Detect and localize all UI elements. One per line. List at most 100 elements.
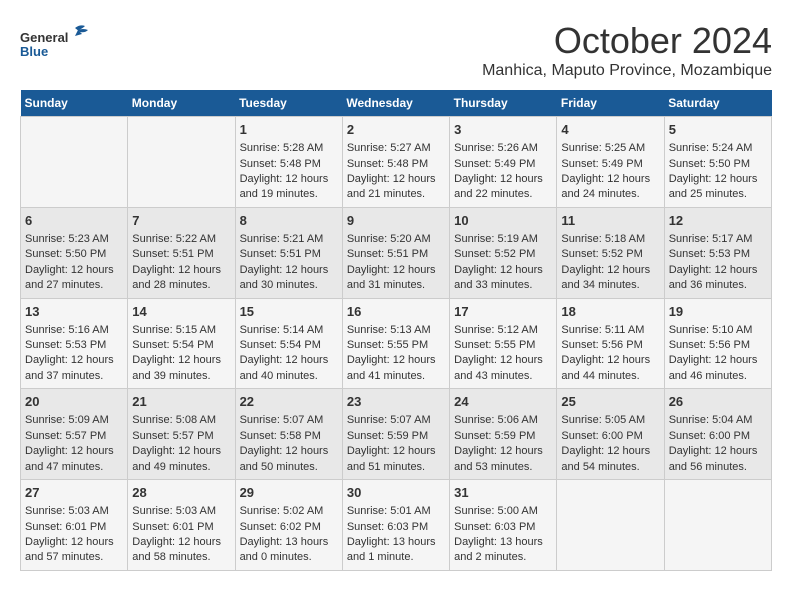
sunset-text: Sunset: 5:57 PM: [25, 430, 106, 442]
day-number: 24: [454, 393, 552, 411]
calendar-header: Sunday Monday Tuesday Wednesday Thursday…: [21, 90, 772, 117]
sunset-text: Sunset: 6:03 PM: [454, 521, 535, 533]
sunrise-text: Sunrise: 5:02 AM: [240, 505, 324, 517]
daylight-text: Daylight: 12 hours and 37 minutes.: [25, 354, 114, 381]
calendar-cell: 2Sunrise: 5:27 AMSunset: 5:48 PMDaylight…: [342, 117, 449, 208]
day-number: 19: [669, 303, 767, 321]
daylight-text: Daylight: 13 hours and 1 minute.: [347, 536, 436, 563]
daylight-text: Daylight: 12 hours and 33 minutes.: [454, 264, 543, 291]
calendar-cell: 14Sunrise: 5:15 AMSunset: 5:54 PMDayligh…: [128, 298, 235, 389]
calendar-cell: [664, 480, 771, 571]
daylight-text: Daylight: 13 hours and 0 minutes.: [240, 536, 329, 563]
calendar-cell: 25Sunrise: 5:05 AMSunset: 6:00 PMDayligh…: [557, 389, 664, 480]
sunrise-text: Sunrise: 5:26 AM: [454, 142, 538, 154]
calendar-cell: 15Sunrise: 5:14 AMSunset: 5:54 PMDayligh…: [235, 298, 342, 389]
sunrise-text: Sunrise: 5:18 AM: [561, 233, 645, 245]
sunset-text: Sunset: 5:51 PM: [132, 248, 213, 260]
daylight-text: Daylight: 12 hours and 19 minutes.: [240, 173, 329, 200]
day-number: 2: [347, 121, 445, 139]
day-number: 25: [561, 393, 659, 411]
sunset-text: Sunset: 5:54 PM: [132, 339, 213, 351]
sunrise-text: Sunrise: 5:03 AM: [25, 505, 109, 517]
daylight-text: Daylight: 12 hours and 28 minutes.: [132, 264, 221, 291]
calendar-cell: 20Sunrise: 5:09 AMSunset: 5:57 PMDayligh…: [21, 389, 128, 480]
sunrise-text: Sunrise: 5:16 AM: [25, 324, 109, 336]
calendar-cell: 16Sunrise: 5:13 AMSunset: 5:55 PMDayligh…: [342, 298, 449, 389]
calendar-cell: 28Sunrise: 5:03 AMSunset: 6:01 PMDayligh…: [128, 480, 235, 571]
daylight-text: Daylight: 12 hours and 47 minutes.: [25, 445, 114, 472]
sunset-text: Sunset: 5:56 PM: [669, 339, 750, 351]
calendar-cell: 17Sunrise: 5:12 AMSunset: 5:55 PMDayligh…: [450, 298, 557, 389]
calendar-week-row: 27Sunrise: 5:03 AMSunset: 6:01 PMDayligh…: [21, 480, 772, 571]
calendar-cell: 22Sunrise: 5:07 AMSunset: 5:58 PMDayligh…: [235, 389, 342, 480]
daylight-text: Daylight: 12 hours and 51 minutes.: [347, 445, 436, 472]
day-number: 13: [25, 303, 123, 321]
sunrise-text: Sunrise: 5:04 AM: [669, 414, 753, 426]
sunrise-text: Sunrise: 5:00 AM: [454, 505, 538, 517]
day-number: 31: [454, 484, 552, 502]
calendar-cell: [128, 117, 235, 208]
sunrise-text: Sunrise: 5:20 AM: [347, 233, 431, 245]
page-header: General Blue October 2024 Manhica, Maput…: [20, 20, 772, 80]
calendar-cell: 18Sunrise: 5:11 AMSunset: 5:56 PMDayligh…: [557, 298, 664, 389]
calendar-cell: [557, 480, 664, 571]
sunrise-text: Sunrise: 5:12 AM: [454, 324, 538, 336]
day-number: 11: [561, 212, 659, 230]
daylight-text: Daylight: 12 hours and 31 minutes.: [347, 264, 436, 291]
calendar-cell: 26Sunrise: 5:04 AMSunset: 6:00 PMDayligh…: [664, 389, 771, 480]
svg-text:Blue: Blue: [20, 44, 48, 59]
sunrise-text: Sunrise: 5:24 AM: [669, 142, 753, 154]
calendar-week-row: 13Sunrise: 5:16 AMSunset: 5:53 PMDayligh…: [21, 298, 772, 389]
day-number: 12: [669, 212, 767, 230]
day-number: 30: [347, 484, 445, 502]
header-tuesday: Tuesday: [235, 90, 342, 117]
day-number: 18: [561, 303, 659, 321]
daylight-text: Daylight: 12 hours and 27 minutes.: [25, 264, 114, 291]
sunset-text: Sunset: 5:57 PM: [132, 430, 213, 442]
sunset-text: Sunset: 5:49 PM: [561, 158, 642, 170]
calendar-cell: 24Sunrise: 5:06 AMSunset: 5:59 PMDayligh…: [450, 389, 557, 480]
header-sunday: Sunday: [21, 90, 128, 117]
sunset-text: Sunset: 5:51 PM: [347, 248, 428, 260]
calendar-cell: 5Sunrise: 5:24 AMSunset: 5:50 PMDaylight…: [664, 117, 771, 208]
day-number: 29: [240, 484, 338, 502]
daylight-text: Daylight: 13 hours and 2 minutes.: [454, 536, 543, 563]
sunrise-text: Sunrise: 5:21 AM: [240, 233, 324, 245]
sunset-text: Sunset: 5:53 PM: [669, 248, 750, 260]
calendar-cell: 10Sunrise: 5:19 AMSunset: 5:52 PMDayligh…: [450, 207, 557, 298]
sunset-text: Sunset: 5:48 PM: [240, 158, 321, 170]
daylight-text: Daylight: 12 hours and 54 minutes.: [561, 445, 650, 472]
calendar-body: 1Sunrise: 5:28 AMSunset: 5:48 PMDaylight…: [21, 117, 772, 571]
daylight-text: Daylight: 12 hours and 30 minutes.: [240, 264, 329, 291]
title-block: October 2024 Manhica, Maputo Province, M…: [482, 20, 772, 80]
sunrise-text: Sunrise: 5:25 AM: [561, 142, 645, 154]
sunset-text: Sunset: 5:51 PM: [240, 248, 321, 260]
daylight-text: Daylight: 12 hours and 40 minutes.: [240, 354, 329, 381]
header-friday: Friday: [557, 90, 664, 117]
calendar-cell: 9Sunrise: 5:20 AMSunset: 5:51 PMDaylight…: [342, 207, 449, 298]
day-number: 14: [132, 303, 230, 321]
sunset-text: Sunset: 6:01 PM: [25, 521, 106, 533]
calendar-cell: 19Sunrise: 5:10 AMSunset: 5:56 PMDayligh…: [664, 298, 771, 389]
sunrise-text: Sunrise: 5:07 AM: [240, 414, 324, 426]
sunset-text: Sunset: 6:00 PM: [561, 430, 642, 442]
sunrise-text: Sunrise: 5:23 AM: [25, 233, 109, 245]
day-number: 26: [669, 393, 767, 411]
calendar-cell: 13Sunrise: 5:16 AMSunset: 5:53 PMDayligh…: [21, 298, 128, 389]
daylight-text: Daylight: 12 hours and 53 minutes.: [454, 445, 543, 472]
sunrise-text: Sunrise: 5:06 AM: [454, 414, 538, 426]
sunset-text: Sunset: 5:56 PM: [561, 339, 642, 351]
svg-text:General: General: [20, 30, 68, 45]
daylight-text: Daylight: 12 hours and 24 minutes.: [561, 173, 650, 200]
sunset-text: Sunset: 5:48 PM: [347, 158, 428, 170]
logo-svg: General Blue: [20, 20, 100, 60]
sunrise-text: Sunrise: 5:07 AM: [347, 414, 431, 426]
sunrise-text: Sunrise: 5:08 AM: [132, 414, 216, 426]
daylight-text: Daylight: 12 hours and 41 minutes.: [347, 354, 436, 381]
calendar-cell: [21, 117, 128, 208]
day-number: 3: [454, 121, 552, 139]
daylight-text: Daylight: 12 hours and 56 minutes.: [669, 445, 758, 472]
daylight-text: Daylight: 12 hours and 22 minutes.: [454, 173, 543, 200]
sunrise-text: Sunrise: 5:01 AM: [347, 505, 431, 517]
day-number: 5: [669, 121, 767, 139]
